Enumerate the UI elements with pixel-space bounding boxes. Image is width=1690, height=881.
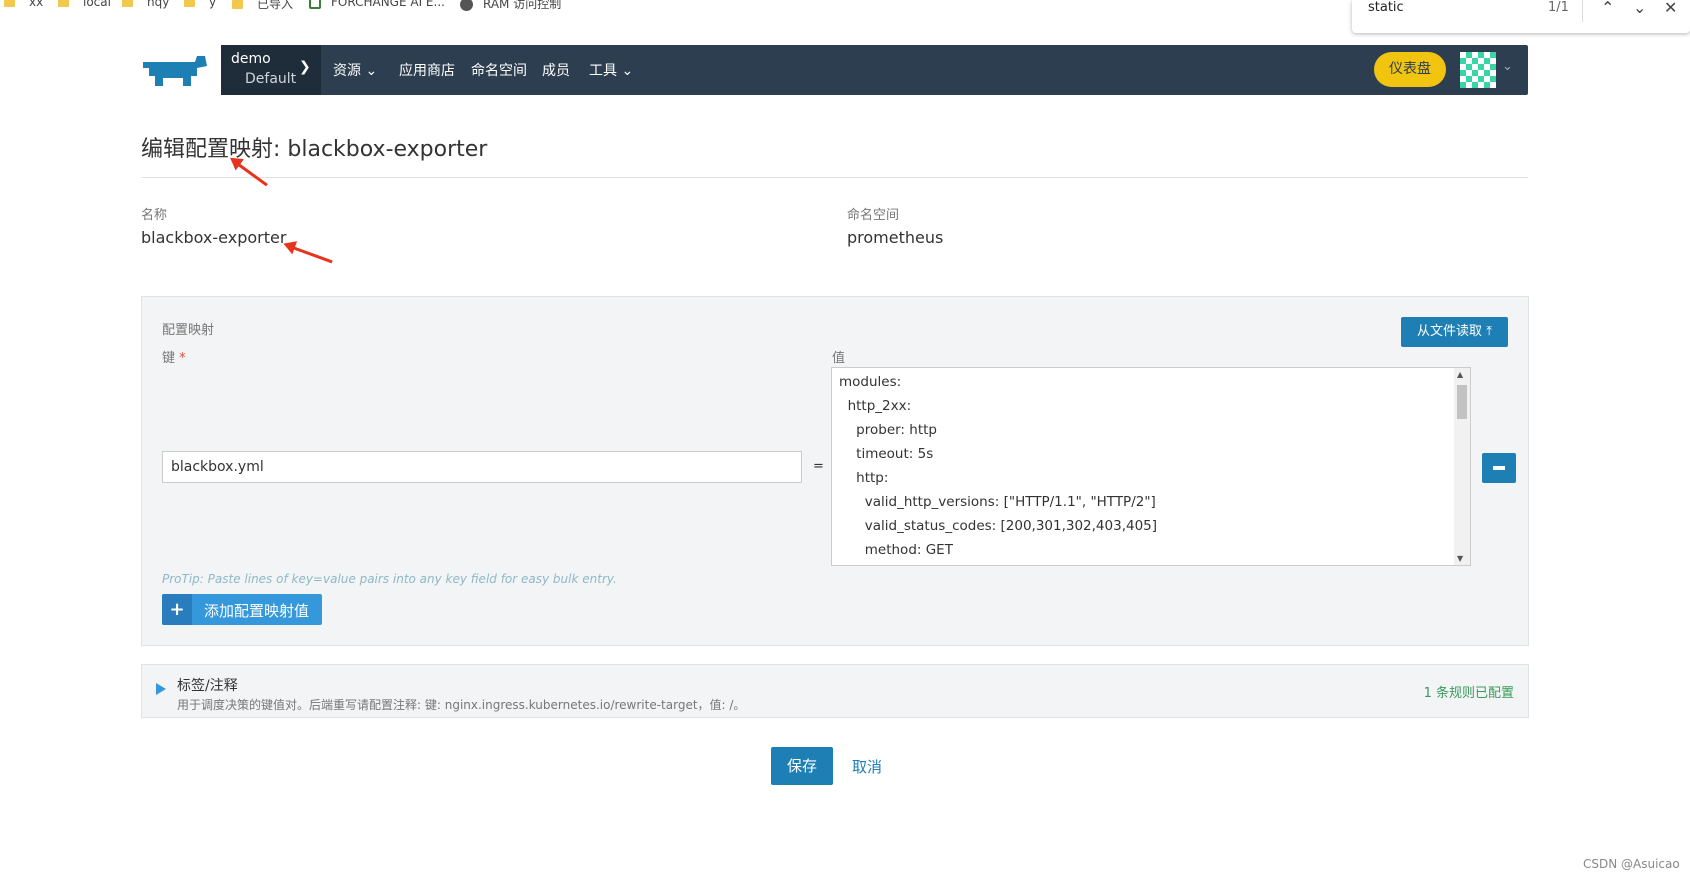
cluster-project-switcher[interactable]: demo Default ❯ (221, 45, 321, 95)
folder-icon (184, 0, 195, 7)
chevron-down-icon: ⌄ (621, 63, 634, 79)
bookmark-forchange[interactable]: FORCHANGE AI E... (309, 0, 445, 9)
value-line: prober: http (839, 422, 937, 438)
cluster-name: demo (231, 51, 271, 67)
namespace-label: 命名空间 (847, 208, 900, 223)
close-icon[interactable]: ✕ (1664, 0, 1677, 17)
title-divider (141, 177, 1528, 178)
value-line: valid_http_versions: ["HTTP/1.1", "HTTP/… (839, 494, 1156, 510)
scrollbar-thumb[interactable] (1457, 385, 1467, 419)
value-line: valid_status_codes: [200,301,302,403,405… (839, 518, 1158, 534)
save-button[interactable]: 保存 (771, 747, 833, 785)
nav-resources[interactable]: 资源 ⌄ (333, 60, 377, 80)
nav-members[interactable]: 成员 (542, 60, 570, 80)
value-line: http_2xx: (839, 398, 912, 414)
upload-icon: ⤒ (1486, 324, 1492, 339)
value-scrollbar[interactable]: ▲ ▼ (1454, 368, 1470, 565)
watermark: CSDN @Asuicao (1583, 857, 1680, 871)
chevron-down-icon: ❯ (299, 59, 311, 75)
annotation-arrow-icon (232, 159, 268, 187)
cancel-button[interactable]: 取消 (852, 756, 882, 777)
dashboard-button[interactable]: 仪表盘 (1374, 52, 1446, 87)
bookmark-imported[interactable]: 已导入 (232, 0, 293, 12)
chevron-down-icon[interactable]: ⌄ (1502, 59, 1513, 74)
required-mark: * (179, 351, 186, 366)
key-label: 键 * (162, 351, 186, 366)
value-text: modules: http_2xx: prober: http timeout:… (839, 370, 1157, 562)
namespace-value: prometheus (847, 228, 944, 247)
folder-icon (4, 0, 15, 7)
name-value: blackbox-exporter (141, 228, 287, 247)
value-label: 值 (832, 351, 846, 366)
folder-icon (58, 0, 69, 7)
rancher-logo-icon[interactable] (141, 52, 209, 88)
find-input[interactable]: static (1368, 0, 1404, 15)
equals-sign: = (813, 459, 824, 474)
top-navbar: demo Default ❯ 资源 ⌄ 应用商店 命名空间 成员 工具 ⌄ 仪表… (221, 45, 1528, 95)
value-line: timeout: 5s (839, 446, 934, 462)
chevron-down-icon: ⌄ (365, 63, 378, 79)
labels-description: 用于调度决策的键值对。后端重写请配置注释: 键: nginx.ingress.k… (177, 698, 746, 712)
remove-entry-button[interactable] (1482, 453, 1516, 483)
value-line: http: (839, 470, 889, 486)
find-divider (1582, 0, 1583, 22)
find-match-count: 1/1 (1548, 0, 1569, 15)
plus-icon: + (162, 594, 192, 625)
key-input[interactable] (162, 451, 802, 483)
config-map-section: 配置映射 从文件读取 ⤒ 键 * 值 = modules: http_2xx: … (141, 296, 1529, 646)
annotation-arrow-icon (286, 244, 333, 264)
name-label: 名称 (141, 208, 168, 223)
bookmark-y[interactable]: y (184, 0, 216, 9)
read-from-file-button[interactable]: 从文件读取 ⤒ (1401, 317, 1508, 347)
add-config-value-button[interactable]: + 添加配置映射值 (162, 594, 322, 625)
bookmark-xx[interactable]: xx (4, 0, 43, 9)
value-line: method: GET (839, 542, 953, 558)
expand-triangle-icon[interactable] (156, 683, 166, 695)
project-name: Default (245, 71, 297, 87)
nav-namespaces[interactable]: 命名空间 (471, 60, 527, 80)
value-line: modules: (839, 374, 902, 390)
scroll-up-icon[interactable]: ▲ (1457, 370, 1463, 379)
labels-title: 标签/注释 (177, 678, 238, 694)
labels-annotations-section[interactable]: 标签/注释 用于调度决策的键值对。后端重写请配置注释: 键: nginx.ing… (141, 664, 1529, 718)
config-map-section-label: 配置映射 (162, 323, 215, 338)
nav-app-store[interactable]: 应用商店 (399, 60, 455, 80)
avatar[interactable] (1460, 52, 1496, 88)
value-textarea[interactable]: modules: http_2xx: prober: http timeout:… (831, 367, 1471, 566)
page-title: 编辑配置映射: blackbox-exporter (141, 137, 488, 162)
page-icon (309, 0, 321, 9)
rules-configured-status: 1 条规则已配置 (1423, 686, 1514, 701)
bookmark-ram[interactable]: RAM 访问控制 (460, 0, 561, 12)
nav-tools[interactable]: 工具 ⌄ (589, 60, 633, 80)
protip-text: ProTip: Paste lines of key=value pairs i… (162, 572, 617, 586)
chevron-up-icon[interactable]: ⌃ (1601, 0, 1614, 17)
scroll-down-icon[interactable]: ▼ (1457, 554, 1463, 563)
bookmark-local[interactable]: local (58, 0, 111, 9)
globe-icon (460, 0, 473, 11)
folder-icon (122, 0, 133, 7)
find-bar: static 1/1 ⌃ ⌄ ✕ (1352, 0, 1690, 33)
bookmark-hqy[interactable]: hqy (122, 0, 169, 9)
folder-icon (232, 0, 243, 9)
chevron-down-icon[interactable]: ⌄ (1633, 0, 1646, 17)
